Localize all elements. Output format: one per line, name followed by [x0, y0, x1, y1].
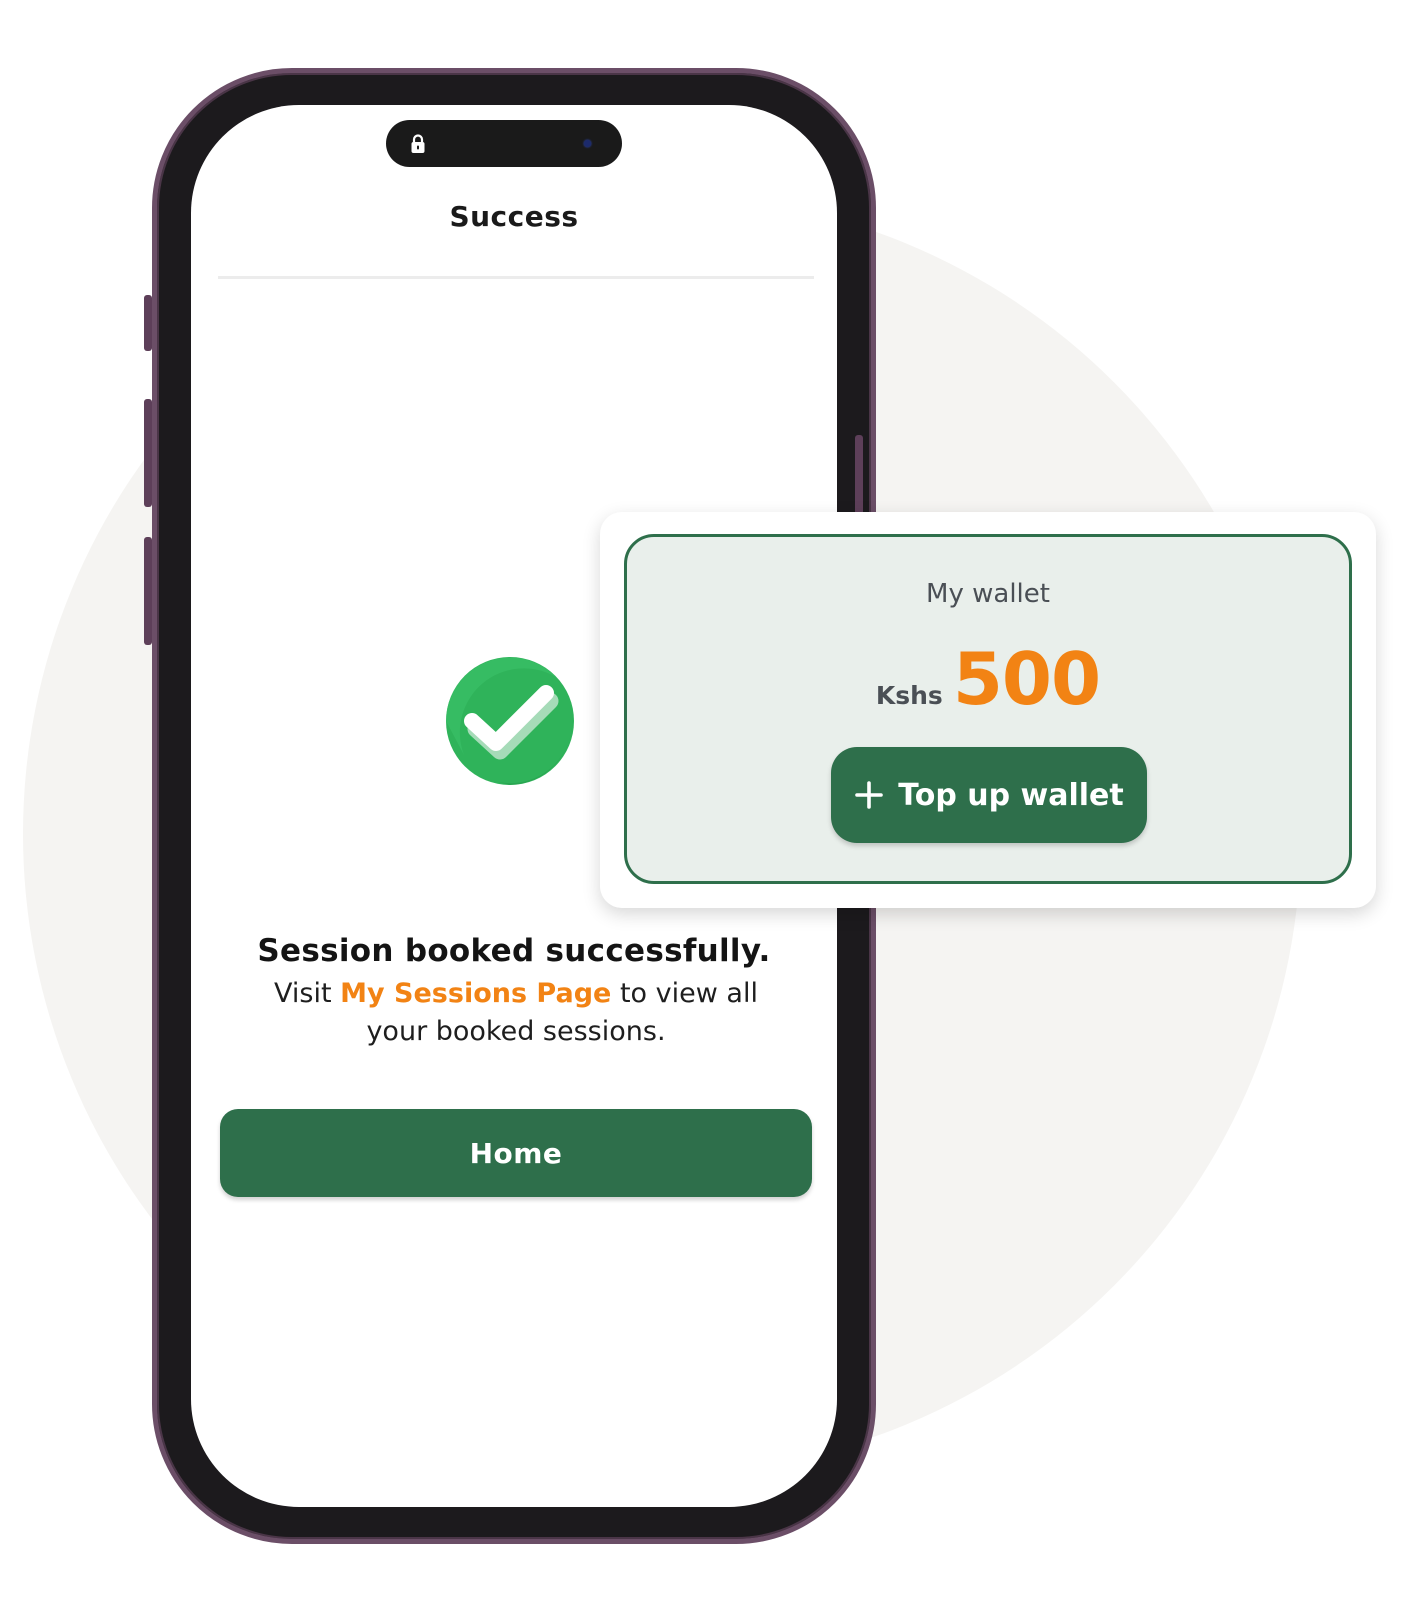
wallet-balance: Kshs 500: [627, 643, 1349, 715]
phone-side-button: [144, 295, 152, 351]
header-divider: [218, 276, 814, 279]
wallet-card: My wallet Kshs 500 Top up wallet: [600, 512, 1376, 908]
wallet-currency: Kshs: [875, 681, 943, 710]
phone-volume-up-button: [144, 399, 152, 507]
wallet-amount: 500: [952, 637, 1101, 721]
top-up-wallet-label: Top up wallet: [898, 777, 1124, 813]
phone-volume-down-button: [144, 537, 152, 645]
message-prefix: Visit: [274, 978, 332, 1009]
success-message-title: Session booked successfully.: [257, 933, 771, 969]
wallet-panel: My wallet Kshs 500 Top up wallet: [624, 534, 1352, 884]
check-circle-icon: [446, 657, 574, 785]
page-title: Success: [449, 200, 579, 233]
wallet-label: My wallet: [926, 579, 1050, 609]
top-up-wallet-button[interactable]: Top up wallet: [831, 747, 1147, 843]
success-message-body: Visit My Sessions Page to view all your …: [251, 975, 781, 1051]
home-button[interactable]: Home: [220, 1109, 812, 1197]
plus-icon: [855, 781, 884, 809]
dynamic-island: [386, 120, 622, 167]
lock-icon: [411, 134, 425, 153]
camera-dot: [584, 140, 591, 147]
my-sessions-link[interactable]: My Sessions Page: [340, 978, 611, 1009]
